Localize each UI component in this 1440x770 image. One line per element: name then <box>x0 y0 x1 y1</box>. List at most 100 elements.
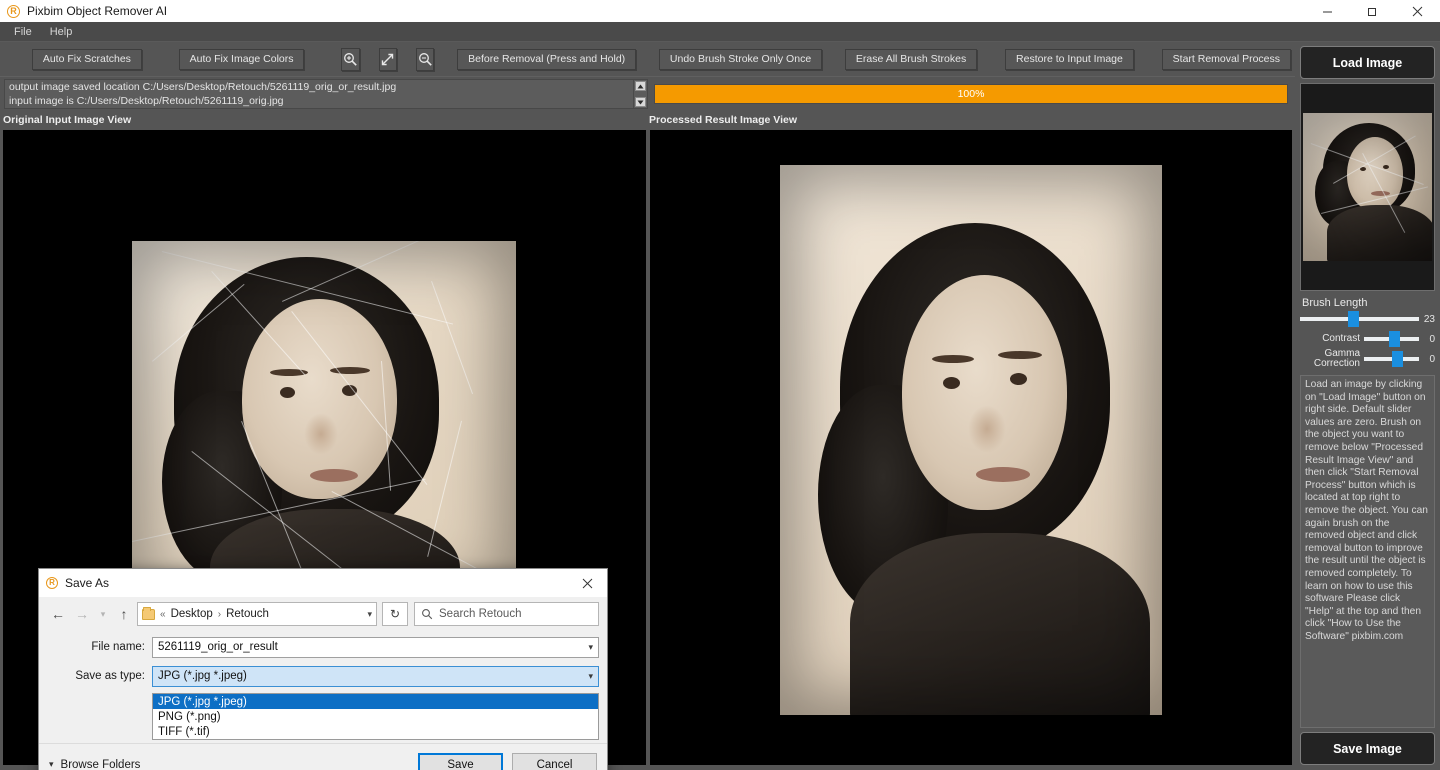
log-panel[interactable]: output image saved location C:/Users/Des… <box>4 79 648 109</box>
filetype-row: Save as type: JPG (*.jpg *.jpeg) ▾ <box>47 664 599 688</box>
breadcrumb-desktop[interactable]: Desktop <box>171 608 213 620</box>
browse-folders-label: Browse Folders <box>60 758 141 770</box>
main-work-area: Auto Fix Scratches Auto Fix Image Colors <box>0 42 1295 770</box>
up-level-icon[interactable]: ↑ <box>113 602 135 626</box>
contrast-slider-handle[interactable] <box>1389 331 1401 347</box>
before-removal-button[interactable]: Before Removal (Press and Hold) <box>457 48 637 70</box>
dialog-cancel-button[interactable]: Cancel <box>512 753 597 770</box>
original-view-label: Original Input Image View <box>3 114 132 126</box>
brush-length-value: 23 <box>1423 313 1435 325</box>
menu-help[interactable]: Help <box>41 24 82 40</box>
back-icon[interactable]: ← <box>47 602 69 626</box>
zoom-in-icon[interactable] <box>341 47 360 71</box>
filename-value: 5261119_orig_or_result <box>158 641 278 653</box>
filename-row: File name: 5261119_orig_or_result ▾ <box>47 635 599 659</box>
scroll-up-icon[interactable] <box>635 81 646 91</box>
breadcrumb-retouch[interactable]: Retouch <box>226 608 269 620</box>
erase-all-brush-strokes-button[interactable]: Erase All Brush Strokes <box>844 48 978 70</box>
view-labels: Original Input Image View Processed Resu… <box>0 114 1295 130</box>
processed-image-panel[interactable] <box>649 130 1292 765</box>
filetype-chevron-down-icon[interactable]: ▾ <box>588 671 593 682</box>
filename-label: File name: <box>91 641 145 653</box>
dialog-footer: ▾ Browse Folders Save Cancel <box>39 743 607 770</box>
thumbnail-panel[interactable] <box>1300 83 1435 291</box>
dialog-fields: File name: 5261119_orig_or_result ▾ Save… <box>39 631 607 740</box>
save-image-button[interactable]: Save Image <box>1300 732 1435 765</box>
filename-chevron-down-icon[interactable]: ▾ <box>588 642 593 653</box>
undo-brush-stroke-button[interactable]: Undo Brush Stroke Only Once <box>658 48 823 70</box>
maximize-restore-icon[interactable] <box>1350 0 1395 22</box>
filetype-dropdown-list[interactable]: JPG (*.jpg *.jpeg) PNG (*.png) TIFF (*.t… <box>152 693 599 740</box>
title-bar: R Pixbim Object Remover AI <box>0 0 1440 22</box>
dialog-close-icon[interactable] <box>567 569 607 597</box>
refresh-icon[interactable]: ↻ <box>382 602 408 626</box>
gamma-correction-slider-handle[interactable] <box>1391 351 1403 367</box>
gamma-correction-label: Gamma Correction <box>1313 347 1360 369</box>
scroll-down-icon[interactable] <box>635 97 646 107</box>
zoom-out-icon[interactable] <box>415 47 435 71</box>
forward-icon[interactable]: → <box>71 602 93 626</box>
brush-length-label: Brush Length <box>1302 297 1368 309</box>
processed-view-label: Processed Result Image View <box>649 114 798 126</box>
filetype-value: JPG (*.jpg *.jpeg) <box>158 670 247 682</box>
gamma-correction-slider-row: Gamma Correction 0 <box>1300 347 1435 369</box>
search-icon <box>422 609 433 620</box>
dialog-logo-icon: R <box>46 577 58 589</box>
contrast-slider[interactable] <box>1364 331 1419 347</box>
dialog-title-bar: R Save As <box>39 569 607 597</box>
log-line: output image saved location C:/Users/Des… <box>9 81 397 93</box>
gamma-correction-slider[interactable] <box>1364 351 1419 367</box>
menu-bar: File Help <box>0 22 1440 42</box>
gamma-correction-value: 0 <box>1429 353 1435 365</box>
recent-locations-chevron-down-icon[interactable]: ▾ <box>95 602 111 626</box>
auto-fix-image-colors-button[interactable]: Auto Fix Image Colors <box>178 48 305 70</box>
dropdown-option-png[interactable]: PNG (*.png) <box>153 709 598 724</box>
save-as-dialog: R Save As ← → ▾ ↑ « Desktop › Retouch ▾ <box>38 568 608 770</box>
contrast-value: 0 <box>1429 333 1435 345</box>
breadcrumb-separator: › <box>217 608 222 620</box>
status-row: output image saved location C:/Users/Des… <box>0 77 1295 114</box>
window-controls <box>1305 0 1440 22</box>
auto-fix-scratches-button[interactable]: Auto Fix Scratches <box>31 48 142 70</box>
right-sidebar: Load Image Brush Length 23 Contrast 0 Ga… <box>1295 42 1440 770</box>
brush-length-slider-row: 23 <box>1300 309 1435 329</box>
browse-folders-toggle[interactable]: ▾ Browse Folders <box>49 759 140 770</box>
progress-bar-track: 100% <box>654 84 1288 104</box>
toolbar: Auto Fix Scratches Auto Fix Image Colors <box>0 42 1295 77</box>
brush-length-slider-handle[interactable] <box>1347 311 1359 327</box>
breadcrumb-prefix: « <box>160 608 166 620</box>
folder-icon <box>142 606 155 620</box>
browse-folders-chevron-down-icon: ▾ <box>49 759 54 769</box>
app-body: Auto Fix Scratches Auto Fix Image Colors <box>0 42 1440 770</box>
filename-input[interactable]: 5261119_orig_or_result ▾ <box>152 636 599 658</box>
contrast-slider-row: Contrast 0 <box>1300 329 1435 349</box>
fit-screen-icon[interactable] <box>378 47 397 71</box>
help-text-panel: Load an image by clicking on "Load Image… <box>1300 375 1435 728</box>
restore-to-input-image-button[interactable]: Restore to Input Image <box>1005 48 1134 70</box>
start-removal-process-button[interactable]: Start Removal Process <box>1161 48 1292 70</box>
dropdown-option-jpg[interactable]: JPG (*.jpg *.jpeg) <box>153 694 598 709</box>
dropdown-option-tiff[interactable]: TIFF (*.tif) <box>153 724 598 739</box>
thumbnail-photo <box>1303 113 1432 261</box>
dialog-title: Save As <box>65 576 110 590</box>
menu-file[interactable]: File <box>5 24 41 40</box>
breadcrumb-chevron-down-icon[interactable]: ▾ <box>367 609 372 620</box>
log-text: output image saved location C:/Users/Des… <box>5 80 633 108</box>
slider-group: Brush Length 23 Contrast 0 Gamma Correct… <box>1300 295 1435 369</box>
log-line: input image is C:/Users/Desktop/Retouch/… <box>9 94 284 107</box>
filetype-label: Save as type: <box>75 670 145 682</box>
original-photo <box>132 240 517 609</box>
brush-length-slider[interactable] <box>1300 311 1419 327</box>
breadcrumb[interactable]: « Desktop › Retouch ▾ <box>137 602 377 626</box>
load-image-button[interactable]: Load Image <box>1300 46 1435 79</box>
close-icon[interactable] <box>1395 0 1440 22</box>
minimize-icon[interactable] <box>1305 0 1350 22</box>
log-scrollbar[interactable] <box>633 80 647 108</box>
dialog-save-button[interactable]: Save <box>418 753 503 770</box>
progress-bar-fill: 100% <box>655 85 1287 103</box>
filetype-select[interactable]: JPG (*.jpg *.jpeg) ▾ <box>152 665 599 687</box>
contrast-label: Contrast <box>1322 332 1360 344</box>
help-text: Load an image by clicking on "Load Image… <box>1305 379 1428 642</box>
search-placeholder: Search Retouch <box>439 608 522 620</box>
search-box[interactable]: Search Retouch <box>414 602 599 626</box>
